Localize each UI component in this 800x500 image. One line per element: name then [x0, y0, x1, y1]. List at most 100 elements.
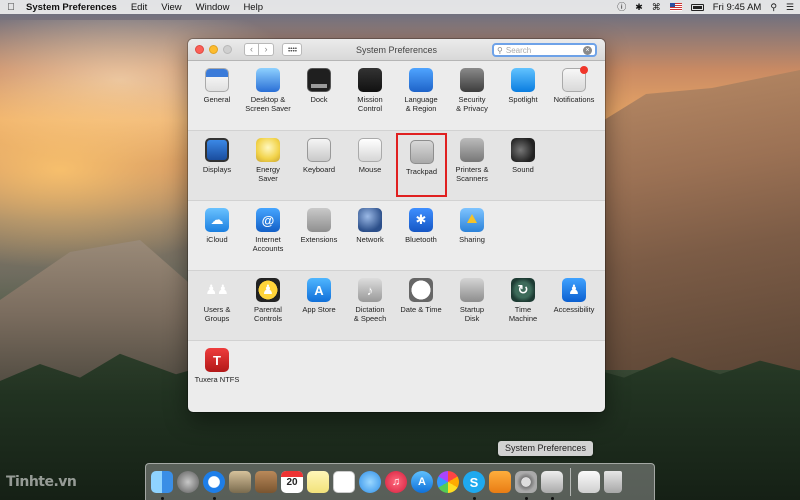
pane-accessibility[interactable]: ♟ Accessibility [548, 271, 600, 341]
pane-label: Startup Disk [459, 305, 485, 323]
section-internet-wireless: ☁ iCloud @ Internet Accounts Extensions … [188, 201, 605, 271]
preference-panes: General Desktop & Screen Saver Dock Miss… [188, 61, 605, 411]
pane-users-groups[interactable]: ♟♟ Users & Groups [191, 271, 243, 341]
pane-icloud[interactable]: ☁ iCloud [191, 201, 243, 271]
pane-label: Network [356, 235, 384, 244]
photos-icon[interactable] [437, 471, 459, 493]
menu-view[interactable]: View [161, 2, 181, 13]
tuxera-icon: T [205, 348, 229, 372]
navigation-buttons: ‹ › [244, 43, 274, 56]
notifications-icon [562, 66, 588, 92]
time-machine-icon: ↻ [511, 278, 535, 302]
forward-button[interactable]: › [259, 43, 274, 56]
notes-icon[interactable] [307, 471, 329, 493]
pane-desktop-screen-saver[interactable]: Desktop & Screen Saver [242, 61, 294, 131]
reminders-icon[interactable] [333, 471, 355, 493]
dictation-icon: ♪ [358, 278, 382, 302]
pane-energy-saver[interactable]: Energy Saver [242, 131, 294, 201]
skype-icon[interactable]: S [463, 471, 485, 500]
pane-sharing[interactable]: Sharing [446, 201, 498, 271]
calendar-icon[interactable]: 20 [281, 471, 303, 493]
pane-label: Mouse [358, 165, 382, 174]
trash-icon[interactable] [604, 471, 622, 493]
pane-bluetooth[interactable]: ✱ Bluetooth [395, 201, 447, 271]
system-preferences-icon[interactable] [515, 471, 537, 500]
pane-network[interactable]: Network [344, 201, 396, 271]
pane-mission-control[interactable]: Mission Control [344, 61, 396, 131]
pane-label: Language & Region [404, 95, 438, 113]
pane-label: Parental Controls [254, 305, 282, 323]
pane-label: Users & Groups [203, 305, 231, 323]
pane-general[interactable]: General [191, 61, 243, 131]
menu-window[interactable]: Window [196, 2, 230, 13]
pane-time-machine[interactable]: ↻ Time Machine [497, 271, 549, 341]
mission-control-icon [358, 68, 382, 92]
wifi-icon[interactable]: ⌘ [652, 0, 661, 14]
pages-icon[interactable] [489, 471, 511, 493]
search-input[interactable] [505, 45, 576, 55]
pane-label: Sharing [459, 235, 485, 244]
contacts-icon[interactable] [255, 471, 277, 493]
pane-label: Keyboard [302, 165, 336, 174]
pane-mouse[interactable]: Mouse [344, 131, 396, 201]
pane-startup-disk[interactable]: Startup Disk [446, 271, 498, 341]
menu-help[interactable]: Help [243, 2, 263, 13]
pane-label: Extensions [300, 235, 338, 244]
minimize-button[interactable] [209, 45, 218, 54]
documents-icon[interactable] [578, 471, 600, 493]
users-groups-icon: ♟♟ [205, 282, 229, 297]
pane-sound[interactable]: Sound [497, 131, 549, 201]
notification-center-icon[interactable]: ☰ [786, 0, 794, 14]
info-icon[interactable]: ⓘ [617, 0, 626, 14]
pane-dictation-speech[interactable]: ♪ Dictation & Speech [344, 271, 396, 341]
bluetooth-status-icon[interactable]: ✱ [635, 0, 643, 14]
pane-label: Printers & Scanners [455, 165, 489, 183]
network-icon [358, 208, 382, 232]
apple-menu-icon[interactable]:  [6, 2, 16, 13]
pane-spotlight[interactable]: Spotlight [497, 61, 549, 131]
keyboard-icon [307, 138, 331, 162]
pane-trackpad[interactable]: Trackpad [396, 133, 447, 197]
pane-displays[interactable]: Displays [191, 131, 243, 201]
photo-icon[interactable] [229, 471, 251, 493]
menu-bar:  System Preferences Edit View Window He… [0, 0, 800, 14]
dock: 20 ♫ A S [145, 463, 655, 500]
finder-icon[interactable] [151, 471, 173, 500]
search-field[interactable]: ⚲ × [492, 43, 597, 57]
spotlight-search-icon[interactable]: ⚲ [770, 0, 777, 14]
pane-app-store[interactable]: A App Store [293, 271, 345, 341]
clear-search-icon[interactable]: × [583, 45, 592, 55]
app-store-dock-icon[interactable]: A [411, 471, 433, 493]
input-source-flag-icon[interactable] [669, 3, 682, 11]
pane-language-region[interactable]: Language & Region [395, 61, 447, 131]
back-button[interactable]: ‹ [244, 43, 259, 56]
dock-tooltip: System Preferences [498, 441, 593, 456]
pane-extensions[interactable]: Extensions [293, 201, 345, 271]
safari-icon[interactable] [203, 471, 225, 500]
launchpad-icon[interactable] [177, 471, 199, 493]
battery-icon[interactable] [690, 3, 704, 11]
music-icon[interactable]: ♫ [385, 471, 407, 493]
security-icon [460, 68, 484, 92]
desktop-icon [256, 68, 280, 92]
close-button[interactable] [195, 45, 204, 54]
pane-label: Tuxera NTFS [194, 375, 240, 384]
pane-printers-scanners[interactable]: Printers & Scanners [446, 131, 498, 201]
messages-icon[interactable] [359, 471, 381, 493]
pane-label: Dictation & Speech [353, 305, 387, 323]
zoom-button[interactable] [223, 45, 232, 54]
search-icon: ⚲ [497, 45, 503, 55]
clock[interactable]: Fri 9:45 AM [713, 2, 762, 13]
pane-internet-accounts[interactable]: @ Internet Accounts [242, 201, 294, 271]
pane-parental-controls[interactable]: ♟ Parental Controls [242, 271, 294, 341]
show-all-button[interactable] [282, 43, 302, 56]
pane-tuxera-ntfs[interactable]: T Tuxera NTFS [191, 341, 243, 411]
pane-security-privacy[interactable]: Security & Privacy [446, 61, 498, 131]
pane-date-time[interactable]: 18 Date & Time [395, 271, 447, 341]
pane-dock[interactable]: Dock [293, 61, 345, 131]
pane-keyboard[interactable]: Keyboard [293, 131, 345, 201]
pane-notifications[interactable]: Notifications [548, 61, 600, 131]
preview-icon[interactable] [541, 471, 563, 500]
app-menu[interactable]: System Preferences [26, 2, 117, 13]
menu-edit[interactable]: Edit [131, 2, 147, 13]
